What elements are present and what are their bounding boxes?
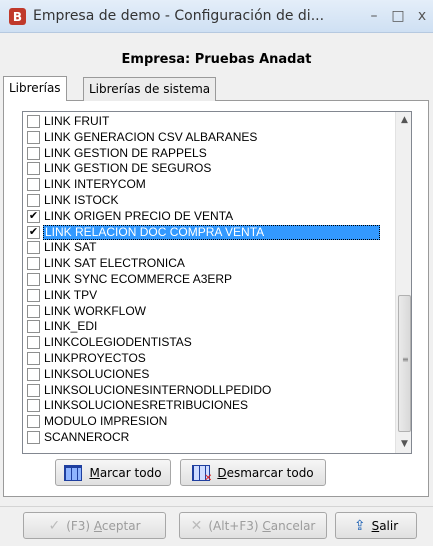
cancel-button[interactable]: ✕ (Alt+F3) Cancelar <box>179 512 327 539</box>
library-list-item[interactable]: LINKSOLUCIONES <box>23 367 395 382</box>
library-list-item[interactable]: LINK FRUIT <box>23 114 395 129</box>
grip-icon: ≡ <box>402 355 409 364</box>
library-checkbox[interactable] <box>27 431 40 444</box>
scroll-down-arrow-icon[interactable]: ▼ <box>396 436 411 453</box>
tab-system-libraries[interactable]: Librerías de sistema <box>83 77 217 101</box>
cancel-label: (Alt+F3) Cancelar <box>208 518 316 533</box>
library-label: LINK ORIGEN PRECIO DE VENTA <box>44 208 234 223</box>
library-label: SCANNEROCR <box>44 430 130 444</box>
library-list-item[interactable]: LINKCOLEGIODENTISTAS <box>23 335 395 350</box>
minimize-button[interactable]: – <box>364 6 384 26</box>
libraries-listbox[interactable]: LINK FRUIT LINK GENERACION CSV ALBARANES L… <box>22 111 412 454</box>
title-bar: B Empresa de demo - Configuración de di.… <box>0 0 433 33</box>
mark-all-label: Marcar todo <box>89 465 162 480</box>
unmark-all-button[interactable]: Desmarcar todo <box>180 459 326 486</box>
library-list-item[interactable]: ✔ LINK RELACION DOC COMPRA VENTA <box>23 224 395 240</box>
library-checkbox[interactable] <box>27 383 40 397</box>
library-list-item[interactable]: LINK SAT ELECTRONICA <box>23 256 395 271</box>
tab-libraries[interactable]: Librerías <box>3 76 67 101</box>
library-checkbox[interactable] <box>27 162 40 176</box>
library-label: LINKPROYECTOS <box>44 351 146 365</box>
library-list-item[interactable]: LINK INTERYCOM <box>23 177 395 192</box>
exit-label: Salir <box>371 518 399 533</box>
library-checkbox[interactable] <box>27 115 40 128</box>
scrollbar-thumb[interactable]: ≡ <box>398 295 411 432</box>
library-checkbox[interactable] <box>27 146 40 160</box>
library-list-item[interactable]: LINKSOLUCIONESRETRIBUCIONES <box>23 398 395 413</box>
library-label: LINK SAT ELECTRONICA <box>44 256 185 271</box>
library-checkbox[interactable]: ✔ <box>27 225 40 239</box>
library-label: LINK WORKFLOW <box>44 303 147 318</box>
library-checkbox[interactable] <box>27 178 40 192</box>
library-label: LINK_EDI <box>44 319 98 334</box>
library-list-item[interactable]: LINK GESTION DE RAPPELS <box>23 146 395 161</box>
exit-icon: ⇪ <box>353 517 366 534</box>
company-label: Empresa: Pruebas Anadat <box>121 52 312 67</box>
exit-button[interactable]: ⇪ Salir <box>335 512 417 539</box>
library-checkbox[interactable] <box>27 304 40 318</box>
library-label: LINK GESTION DE SEGUROS <box>44 161 212 176</box>
library-list-item[interactable]: LINK ISTOCK <box>23 193 395 208</box>
unmark-all-label: Desmarcar todo <box>217 465 314 480</box>
window-title: Empresa de demo - Configuración de di... <box>33 8 325 24</box>
library-checkbox[interactable] <box>27 194 40 207</box>
library-label: LINK SAT <box>44 240 97 255</box>
library-label: LINKSOLUCIONESINTERNODLLPEDIDO <box>44 382 272 397</box>
library-label: LINKSOLUCIONESRETRIBUCIONES <box>44 398 249 413</box>
library-checkbox[interactable] <box>27 320 40 334</box>
vertical-scrollbar[interactable]: ▲ ≡ ▼ <box>395 112 411 453</box>
library-label: LINKSOLUCIONES <box>44 366 150 381</box>
scroll-up-arrow-icon[interactable]: ▲ <box>396 112 411 129</box>
maximize-button[interactable]: □ <box>388 6 408 26</box>
library-list-item[interactable]: LINK_EDI <box>23 319 395 334</box>
library-list-item[interactable]: SCANNEROCR <box>23 430 395 445</box>
accept-button[interactable]: ✓ (F3) Aceptar <box>23 512 166 539</box>
library-list-item[interactable]: LINK SYNC ECOMMERCE A3ERP <box>23 272 395 287</box>
cancel-icon: ✕ <box>190 517 203 534</box>
library-list-item[interactable]: LINKPROYECTOS <box>23 351 395 366</box>
check-icon: ✓ <box>48 517 61 534</box>
library-list-item[interactable]: MODULO IMPRESION <box>23 414 395 429</box>
library-checkbox[interactable] <box>27 367 40 381</box>
library-label: LINK RELACION DOC COMPRA VENTA <box>43 224 381 240</box>
library-checkbox[interactable] <box>27 241 40 255</box>
library-checkbox[interactable] <box>27 415 40 429</box>
library-label: LINK GESTION DE RAPPELS <box>44 145 207 160</box>
footer-separator <box>0 506 433 507</box>
library-checkbox[interactable] <box>27 352 40 365</box>
library-list-item[interactable]: ✔ LINK ORIGEN PRECIO DE VENTA <box>23 209 395 224</box>
mark-all-button[interactable]: Marcar todo <box>55 459 171 486</box>
library-list-item[interactable]: LINK GESTION DE SEGUROS <box>23 161 395 176</box>
library-label: LINK TPV <box>44 287 98 302</box>
library-checkbox[interactable] <box>27 336 40 350</box>
library-checkbox[interactable] <box>27 273 40 286</box>
library-checkbox[interactable] <box>27 130 40 144</box>
library-label: LINK INTERYCOM <box>44 177 146 192</box>
library-label: LINK FRUIT <box>44 114 110 128</box>
library-checkbox[interactable]: ✔ <box>27 209 40 223</box>
library-label: LINKCOLEGIODENTISTAS <box>44 335 192 350</box>
library-list-item[interactable]: LINKSOLUCIONESINTERNODLLPEDIDO <box>23 383 395 398</box>
library-list-item[interactable]: LINK TPV <box>23 288 395 303</box>
library-label: MODULO IMPRESION <box>44 414 168 429</box>
app-icon: B <box>9 8 26 25</box>
library-label: LINK SYNC ECOMMERCE A3ERP <box>44 272 233 286</box>
close-button[interactable]: x <box>412 6 432 26</box>
library-label: LINK GENERACION CSV ALBARANES <box>44 129 258 144</box>
grid-icon <box>64 464 83 481</box>
library-checkbox[interactable] <box>27 288 40 302</box>
library-label: LINK ISTOCK <box>44 193 119 207</box>
library-checkbox[interactable] <box>27 399 40 413</box>
library-list-item[interactable]: LINK WORKFLOW <box>23 304 395 319</box>
grid-x-icon <box>192 464 212 484</box>
accept-label: (F3) Aceptar <box>66 518 141 533</box>
library-list-item[interactable]: LINK GENERACION CSV ALBARANES <box>23 130 395 145</box>
library-list-item[interactable]: LINK SAT <box>23 240 395 255</box>
library-checkbox[interactable] <box>27 257 40 271</box>
